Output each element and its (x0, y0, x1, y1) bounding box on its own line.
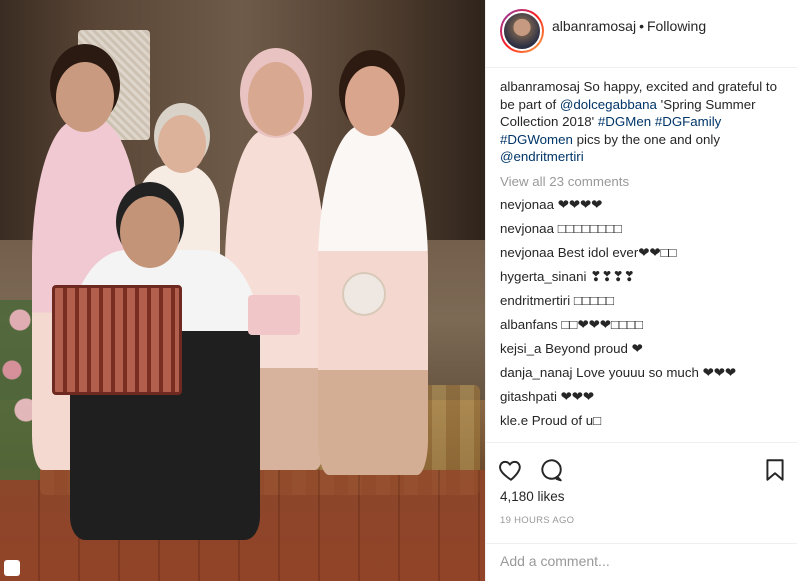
caption-hashtag-dgwomen[interactable]: #DGWomen (500, 132, 573, 147)
comment-item: albanfans □□❤❤❤□□□□ (500, 317, 790, 333)
avatar-image (502, 11, 542, 51)
comment-text: □□❤❤❤□□□□ (561, 316, 643, 332)
photo-accordion (52, 285, 182, 395)
photo-person-4-head (345, 66, 399, 136)
comments-list[interactable]: albanramosaj So happy, excited and grate… (500, 78, 790, 438)
view-all-comments-link[interactable]: View all 23 comments (500, 174, 790, 189)
caption-text-3: pics by the one and only (576, 131, 721, 147)
avatar[interactable] (500, 9, 544, 53)
likes-count[interactable]: 4,180 likes (500, 489, 565, 504)
header-user-line: albanramosaj • Following (552, 18, 706, 34)
caption-username[interactable]: albanramosaj (500, 79, 580, 94)
photo-pink-handbag (248, 295, 300, 335)
comment-text: Beyond proud ❤ (545, 340, 643, 356)
bookmark-icon[interactable] (762, 457, 788, 483)
header-username[interactable]: albanramosaj (552, 18, 636, 34)
comment-item: kejsi_a Beyond proud ❤ (500, 341, 790, 357)
following-button[interactable]: Following (647, 18, 706, 34)
photo-person-3-head (248, 62, 304, 136)
post-actions: 4,180 likes 19 HOURS AGO (486, 442, 797, 578)
comment-text: ❤❤❤❤ (557, 196, 603, 212)
comment-username[interactable]: gitashpati (500, 389, 557, 404)
comment-username[interactable]: nevjonaa (500, 221, 554, 236)
comment-username[interactable]: nevjonaa (500, 197, 554, 212)
post-caption: albanramosaj So happy, excited and grate… (500, 78, 790, 166)
comment-item: kle.e Proud of u□ (500, 413, 790, 429)
comment-username[interactable]: endritmertiri (500, 293, 570, 308)
comment-item: endritmertiri □□□□□ (500, 293, 790, 309)
comment-item: nevjonaa ❤❤❤❤ (500, 197, 790, 213)
photo-round-bag (342, 272, 386, 316)
comment-bubble-icon[interactable] (538, 457, 564, 483)
header-separator: • (639, 18, 644, 34)
heart-icon[interactable] (498, 457, 524, 483)
photo-person-2-head (158, 115, 206, 173)
comment-text: ❣❣❣❣ (590, 268, 635, 284)
comment-text: Love youuu so much ❤❤❤ (576, 364, 736, 380)
post-photo[interactable] (0, 0, 485, 581)
comment-username[interactable]: danja_nanaj (500, 365, 572, 380)
photo-person-1-head (56, 62, 114, 132)
comment-input[interactable] (500, 553, 780, 569)
post-header: albanramosaj • Following (486, 0, 797, 68)
post-side-panel: albanramosaj • Following albanramosaj So h… (485, 0, 797, 581)
comment-text: Best idol ever❤❤□□ (557, 244, 677, 260)
add-comment-bar (486, 543, 797, 579)
caption-hashtag-dgmen[interactable]: #DGMen (598, 114, 651, 129)
comment-text: □□□□□□□□ (557, 220, 622, 236)
comment-text: □□□□□ (573, 292, 615, 308)
caption-hashtag-dgfamily[interactable]: #DGFamily (655, 114, 722, 129)
caption-mention-dolcegabbana[interactable]: @dolcegabbana (560, 97, 657, 112)
comment-text: Proud of u□ (531, 412, 602, 428)
caption-mention-endritmertiri[interactable]: @endritmertiri (500, 149, 584, 164)
post-timestamp: 19 HOURS AGO (500, 515, 575, 526)
comment-username[interactable]: nevjonaa (500, 245, 554, 260)
comment-item: danja_nanaj Love youuu so much ❤❤❤ (500, 365, 790, 381)
comment-item: nevjonaa □□□□□□□□ (500, 221, 790, 237)
camera-badge-icon (4, 560, 20, 576)
comment-item: nevjonaa Best idol ever❤❤□□ (500, 245, 790, 261)
photo-man-head (120, 196, 180, 268)
comment-username[interactable]: hygerta_sinani (500, 269, 587, 284)
comment-item: gitashpati ❤❤❤ (500, 389, 790, 405)
comment-item: hygerta_sinani ❣❣❣❣ (500, 269, 790, 285)
comment-text: ❤❤❤ (560, 388, 595, 404)
comment-username[interactable]: kejsi_a (500, 341, 541, 356)
comment-username[interactable]: albanfans (500, 317, 558, 332)
comment-username[interactable]: kle.e (500, 413, 528, 428)
